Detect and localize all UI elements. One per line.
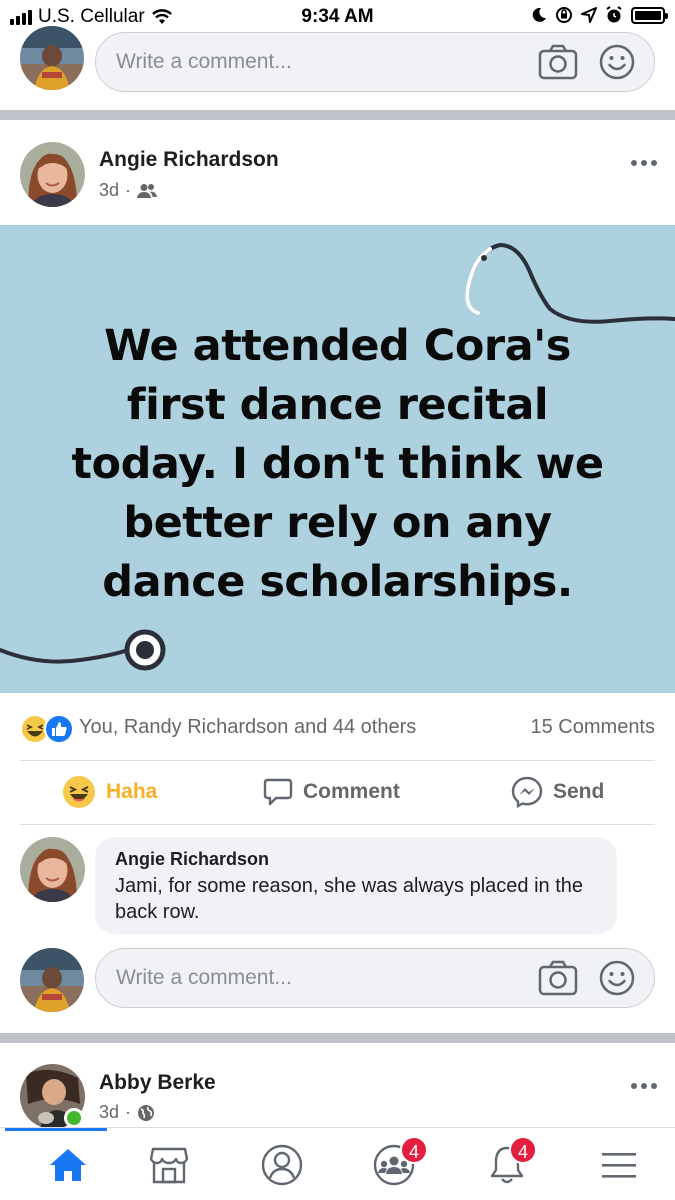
send-label: Send bbox=[553, 780, 605, 803]
post-image[interactable]: We attended Cora's first dance recital t… bbox=[0, 225, 675, 693]
camera-icon[interactable] bbox=[538, 960, 578, 996]
author-avatar[interactable] bbox=[20, 142, 85, 207]
send-button[interactable]: Send bbox=[511, 762, 604, 822]
emoji-icon[interactable] bbox=[598, 959, 636, 997]
top-comment-composer: Write a comment... bbox=[0, 24, 675, 104]
online-status-dot bbox=[64, 1108, 84, 1128]
alarm-icon bbox=[606, 6, 622, 23]
author-name[interactable]: Abby Berke bbox=[99, 1071, 216, 1095]
home-icon bbox=[49, 1148, 86, 1181]
comment-icon bbox=[263, 778, 293, 806]
post-meta: 3d · bbox=[99, 1102, 155, 1123]
post-time[interactable]: 3d bbox=[99, 180, 119, 201]
messenger-icon bbox=[511, 776, 543, 808]
comment-author[interactable]: Angie Richardson bbox=[115, 849, 269, 870]
divider bbox=[20, 824, 655, 825]
friends-icon bbox=[137, 183, 158, 198]
comment-input[interactable]: Write a comment... bbox=[95, 948, 655, 1008]
camera-icon[interactable] bbox=[538, 44, 578, 80]
comments-count[interactable]: 15 Comments bbox=[531, 716, 656, 739]
marketplace-icon bbox=[149, 1147, 188, 1183]
reactions-summary: You, Randy Richardson and 44 others 15 C… bbox=[20, 710, 655, 746]
divider bbox=[20, 760, 655, 761]
profile-icon bbox=[261, 1144, 302, 1185]
author-name[interactable]: Angie Richardson bbox=[99, 148, 279, 172]
post-image-text: We attended Cora's first dance recital t… bbox=[71, 321, 604, 607]
haha-label: Haha bbox=[106, 780, 158, 803]
comment-text: Jami, for some reason, she was always pl… bbox=[115, 875, 583, 923]
comment-input[interactable]: Write a comment... bbox=[95, 32, 655, 92]
comment-placeholder: Write a comment... bbox=[116, 50, 292, 73]
comment-button[interactable]: Comment bbox=[263, 762, 400, 822]
orientation-lock-icon bbox=[556, 7, 572, 23]
post-comment-composer: Write a comment... bbox=[0, 946, 675, 1026]
emoji-icon[interactable] bbox=[598, 43, 636, 81]
more-options-icon[interactable] bbox=[631, 160, 657, 166]
groups-badge: 4 bbox=[400, 1136, 428, 1164]
comment-placeholder: Write a comment... bbox=[116, 966, 292, 989]
notifications-badge: 4 bbox=[509, 1136, 537, 1164]
commenter-avatar[interactable] bbox=[20, 837, 85, 902]
user-avatar[interactable] bbox=[20, 26, 84, 90]
menu-icon bbox=[601, 1152, 636, 1178]
haha-button[interactable]: Haha bbox=[62, 762, 157, 822]
tab-menu[interactable] bbox=[551, 1128, 675, 1200]
reaction-icons[interactable] bbox=[20, 714, 74, 744]
moon-icon bbox=[532, 7, 546, 22]
post-separator bbox=[0, 110, 675, 120]
comment-label: Comment bbox=[303, 780, 400, 803]
post-time[interactable]: 3d bbox=[99, 1102, 119, 1123]
like-icon bbox=[44, 714, 74, 744]
post-actions: Haha Comment Send bbox=[20, 762, 655, 822]
location-icon bbox=[581, 7, 597, 23]
haha-icon bbox=[63, 776, 95, 808]
globe-icon bbox=[138, 1104, 155, 1121]
stethoscope-bottom-illustration bbox=[0, 629, 166, 671]
status-icons bbox=[531, 6, 668, 24]
post-separator bbox=[0, 1033, 675, 1043]
battery-icon bbox=[631, 6, 668, 24]
more-options-icon[interactable] bbox=[631, 1083, 657, 1089]
post-meta: 3d · bbox=[99, 180, 158, 201]
comment-bubble[interactable]: Angie Richardson Jami, for some reason, … bbox=[95, 837, 617, 934]
bottom-tab-bar: 4 4 bbox=[0, 1127, 675, 1200]
user-avatar[interactable] bbox=[20, 948, 84, 1012]
reactions-text[interactable]: You, Randy Richardson and 44 others bbox=[79, 716, 416, 739]
